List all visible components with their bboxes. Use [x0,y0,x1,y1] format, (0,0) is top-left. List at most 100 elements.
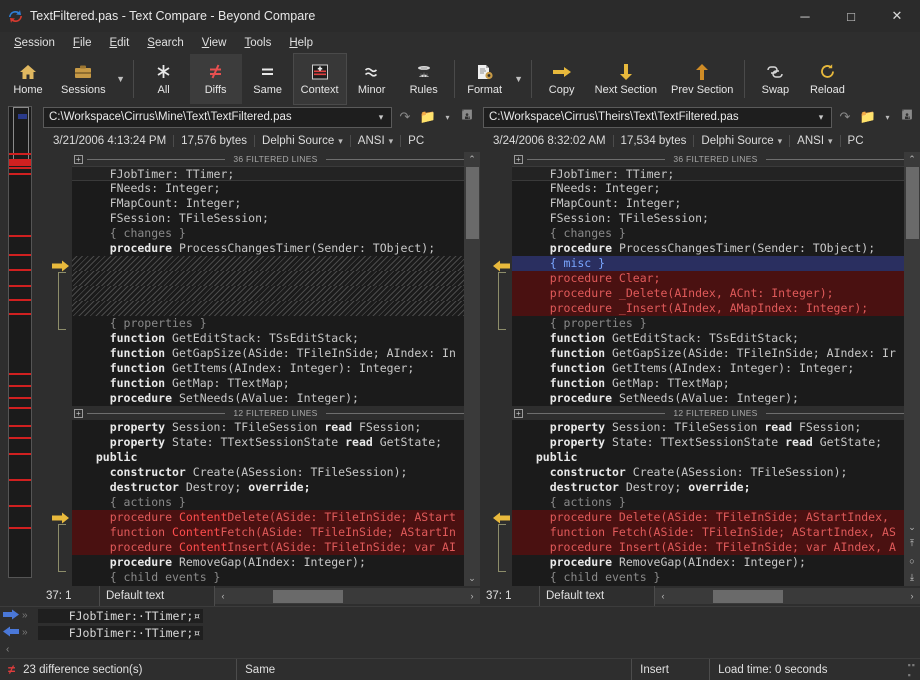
code-line[interactable] [72,271,464,286]
toolbar-button-copy[interactable]: Copy [536,54,588,104]
diff-detail-hscroll[interactable]: ‹ [0,641,920,657]
scroll-down-icon[interactable]: ⌄ [904,520,920,535]
code-line[interactable]: procedure Clear; [512,271,904,286]
code-line[interactable]: procedure RemoveGap(AIndex: Integer); [72,555,464,570]
left-refresh-icon[interactable]: ↷ [395,106,415,128]
left-code-column[interactable]: +36 FILTERED LINES FJobTimer: TTimer; FN… [72,152,464,586]
toolbar-button-format[interactable]: Format [459,54,511,104]
scroll-right-icon[interactable]: › [904,591,920,601]
code-line[interactable]: destructor Destroy; override; [72,480,464,495]
right-save-icon[interactable]: 🖪 [897,106,917,128]
toolbar-button-sessions[interactable]: Sessions [54,54,113,104]
scroll-right-icon[interactable]: › [464,591,480,601]
code-line[interactable]: FJobTimer: TTimer; [512,166,904,181]
menu-item-edit[interactable]: Edit [100,34,138,52]
center-diff-icon[interactable]: ○ [904,552,920,569]
right-arrow-icon[interactable] [0,609,22,623]
scroll-left-icon[interactable]: ‹ [655,591,671,601]
left-browse-folder-icon[interactable]: 📁 [418,106,438,128]
diff-detail-row[interactable]: » FJobTimer:·TTimer;¤ [0,624,920,641]
left-platform[interactable]: PC [400,135,431,147]
code-line[interactable]: function GetGapSize(ASide: TFileInSide; … [512,346,904,361]
right-horizontal-scrollbar[interactable]: ‹ › [655,588,920,604]
code-line[interactable] [72,286,464,301]
right-path-combo[interactable]: C:\Workspace\Cirrus\Theirs\Text\TextFilt… [483,107,832,128]
chevron-down-icon[interactable]: ▼ [113,54,129,104]
toolbar-button-swap[interactable]: Swap [749,54,801,104]
overview-minimap[interactable] [0,104,40,606]
code-line[interactable]: function GetItems(AIndex: Integer): Inte… [512,361,904,376]
code-line[interactable]: procedure MapEditKill(AIndex, AnAdd: Int… [72,585,464,586]
code-line[interactable]: { child events } [512,570,904,585]
code-line[interactable]: property Session: TFileSession read FSes… [512,420,904,435]
expand-section-icon[interactable]: + [514,155,523,164]
right-encoding[interactable]: ANSI ▾ [789,135,839,147]
left-hscroll-trough[interactable] [231,590,464,603]
code-line[interactable]: { child events } [72,570,464,585]
code-line[interactable]: destructor Destroy; override; [512,480,904,495]
code-line[interactable] [72,256,464,271]
expand-section-icon[interactable]: + [74,409,83,418]
filtered-lines-header[interactable]: +36 FILTERED LINES [72,152,464,166]
menu-item-view[interactable]: View [193,34,236,52]
goto-first-diff-icon[interactable]: ⤒ [904,535,920,552]
toolbar-button-home[interactable]: Home [2,54,54,104]
expand-section-icon[interactable]: + [74,155,83,164]
left-hscroll-thumb[interactable] [273,590,343,603]
code-block[interactable]: FJobTimer: TTimer; FNeeds: Integer; FMap… [512,166,904,406]
left-browse-chevron-icon[interactable]: ▾ [441,106,454,128]
code-line[interactable]: function ContentFetch(ASide: TFileInSide… [72,525,464,540]
overview-viewport[interactable] [13,107,29,165]
right-code-column[interactable]: +36 FILTERED LINES FJobTimer: TTimer; FN… [512,152,904,586]
expand-section-icon[interactable]: + [514,409,523,418]
code-line[interactable]: FMapCount: Integer; [512,196,904,211]
code-line[interactable] [72,301,464,316]
code-line[interactable]: function GetGapSize(ASide: TFileInSide; … [72,346,464,361]
code-line[interactable]: public [72,450,464,465]
scroll-up-icon[interactable]: ⌃ [464,152,480,167]
scroll-left-icon[interactable]: ‹ [215,591,231,601]
scroll-up-icon[interactable]: ⌃ [904,152,920,167]
close-button[interactable]: ✕ [874,0,920,32]
code-line[interactable]: procedure SetNeeds(AValue: Integer); [72,391,464,406]
code-line[interactable]: procedure Delete(ASide: TFileInSide; ASt… [512,510,904,525]
code-line[interactable]: FNeeds: Integer; [512,181,904,196]
chevron-down-icon[interactable]: ▾ [373,112,389,123]
right-browse-folder-icon[interactable]: 📁 [858,106,878,128]
code-line[interactable]: { changes } [512,226,904,241]
code-line[interactable]: FSession: TFileSession; [72,211,464,226]
right-hscroll-thumb[interactable] [713,590,783,603]
code-line[interactable]: { properties } [72,316,464,331]
code-line[interactable]: constructor Create(ASession: TFileSessio… [512,465,904,480]
menu-item-file[interactable]: File [64,34,101,52]
right-hscroll-trough[interactable] [671,590,904,603]
code-line[interactable]: procedure _Delete(AIndex, ACnt: Integer)… [512,286,904,301]
code-line[interactable]: procedure RemoveGap(AIndex: Integer); [512,555,904,570]
code-line[interactable]: procedure _Insert(AIndex, AMapIndex: Int… [512,301,904,316]
toolbar-button-context[interactable]: Context [294,54,346,104]
code-line[interactable]: function GetEditStack: TSsEditStack; [512,331,904,346]
code-line[interactable]: procedure Insert(ASide: TFileInSide; var… [512,540,904,555]
resize-grip-icon[interactable]: ▪▪▪ [908,660,920,680]
left-arrow-icon[interactable] [0,626,22,640]
chevron-down-icon[interactable]: ▼ [511,54,527,104]
filtered-lines-header[interactable]: +36 FILTERED LINES [512,152,904,166]
code-line[interactable]: property State: TTextSessionState read G… [512,435,904,450]
code-block[interactable]: FJobTimer: TTimer; FNeeds: Integer; FMap… [72,166,464,406]
left-format[interactable]: Delphi Source ▾ [254,135,350,147]
toolbar-button-all[interactable]: All [138,54,190,104]
code-line[interactable]: procedure ContentInsert(ASide: TFileInSi… [72,540,464,555]
left-vertical-scrollbar[interactable]: ⌃ ⌄ [464,152,480,586]
scroll-down-icon[interactable]: ⌄ [464,571,480,586]
right-browse-chevron-icon[interactable]: ▾ [881,106,894,128]
minimize-button[interactable]: ─ [782,0,828,32]
code-line[interactable]: procedure ContentDelete(ASide: TFileInSi… [72,510,464,525]
menu-item-help[interactable]: Help [280,34,322,52]
toolbar-button-same[interactable]: Same [242,54,294,104]
left-horizontal-scrollbar[interactable]: ‹ › [215,588,480,604]
code-line[interactable]: FNeeds: Integer; [72,181,464,196]
code-line[interactable]: FSession: TFileSession; [512,211,904,226]
maximize-button[interactable]: □ [828,0,874,32]
code-line[interactable]: { misc } [512,256,904,271]
filtered-lines-header[interactable]: +12 FILTERED LINES [72,406,464,420]
